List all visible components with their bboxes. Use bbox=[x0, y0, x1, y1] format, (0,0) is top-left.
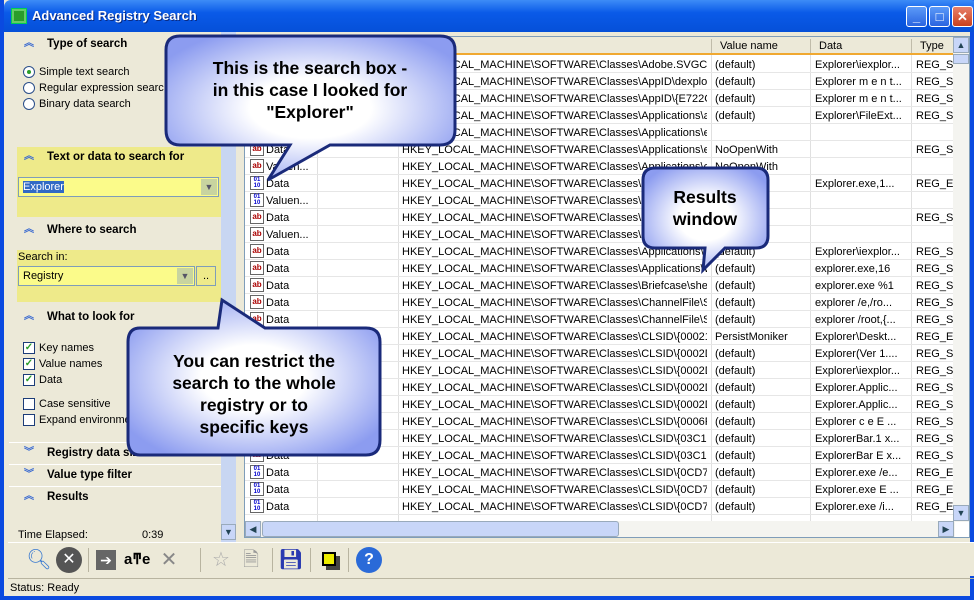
callout-line: specific keys bbox=[199, 417, 309, 437]
callout-line: "Explorer" bbox=[266, 102, 354, 122]
callout-line: in this case I looked for bbox=[212, 80, 408, 100]
callout-line: search to the whole bbox=[172, 373, 336, 393]
callout-line: window bbox=[672, 209, 738, 229]
callout-line: registry or to bbox=[200, 395, 308, 415]
callout-shapes bbox=[126, 34, 770, 457]
callout-line: This is the search box - bbox=[212, 58, 408, 78]
callout-results-text: Results window bbox=[645, 186, 765, 230]
callout-line: Results bbox=[673, 187, 737, 207]
callout-search-box-text: This is the search box - in this case I … bbox=[170, 57, 450, 123]
callout-line: You can restrict the bbox=[172, 351, 336, 371]
callout-restrict-text: You can restrict the search to the whole… bbox=[130, 350, 378, 438]
